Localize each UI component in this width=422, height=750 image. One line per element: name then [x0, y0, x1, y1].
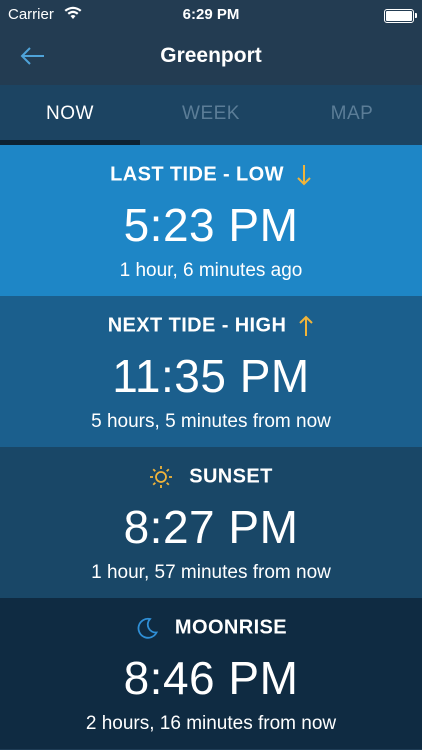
card-title: MOONRISE	[174, 616, 288, 639]
tab-map[interactable]: MAP	[282, 85, 422, 145]
moonrise-card: MOONRISE 8:46 PM 2 hours, 16 minutes fro…	[0, 598, 422, 749]
tab-now[interactable]: NOW	[0, 85, 140, 145]
tab-bar: NOW WEEK MAP	[0, 85, 422, 145]
card-heading: SUNSET	[0, 465, 422, 489]
tab-map-label: MAP	[330, 103, 374, 124]
sunset-card: SUNSET 8:27 PM 1 hour, 57 minutes from n…	[0, 447, 422, 598]
tab-week-label: WEEK	[182, 103, 240, 124]
sun-icon	[150, 466, 173, 488]
card-time: 8:46 PM	[123, 652, 299, 704]
clock: 6:29 PM	[182, 6, 240, 23]
card-time: 5:23 PM	[123, 199, 299, 251]
card-title: LAST TIDE - LOW	[110, 163, 284, 186]
card-relative-time: 1 hour, 57 minutes from now	[91, 562, 331, 583]
battery-icon	[384, 9, 417, 23]
card-time: 11:35 PM	[112, 350, 310, 402]
card-heading: LAST TIDE - LOW	[0, 163, 422, 187]
last-tide-card: LAST TIDE - LOW 5:23 PM 1 hour, 6 minute…	[0, 145, 422, 296]
card-relative-time: 1 hour, 6 minutes ago	[119, 260, 303, 281]
moon-icon	[137, 617, 158, 639]
card-title: SUNSET	[189, 465, 273, 488]
tab-week[interactable]: WEEK	[141, 85, 281, 145]
navigation-bar: Greenport	[0, 30, 422, 85]
status-bar: Carrier 6:29 PM	[0, 0, 422, 30]
arrow-up-icon	[299, 315, 314, 336]
page-title: Greenport	[160, 44, 262, 67]
arrow-down-icon	[297, 165, 311, 186]
next-tide-card: NEXT TIDE - HIGH 11:35 PM 5 hours, 5 min…	[0, 296, 422, 447]
card-relative-time: 5 hours, 5 minutes from now	[91, 411, 331, 432]
card-heading: NEXT TIDE - HIGH	[0, 314, 422, 338]
tab-now-label: NOW	[46, 103, 94, 124]
card-relative-time: 2 hours, 16 minutes from now	[85, 713, 337, 734]
card-heading: MOONRISE	[0, 616, 422, 640]
card-title: NEXT TIDE - HIGH	[107, 314, 287, 337]
card-time: 8:27 PM	[123, 501, 299, 553]
